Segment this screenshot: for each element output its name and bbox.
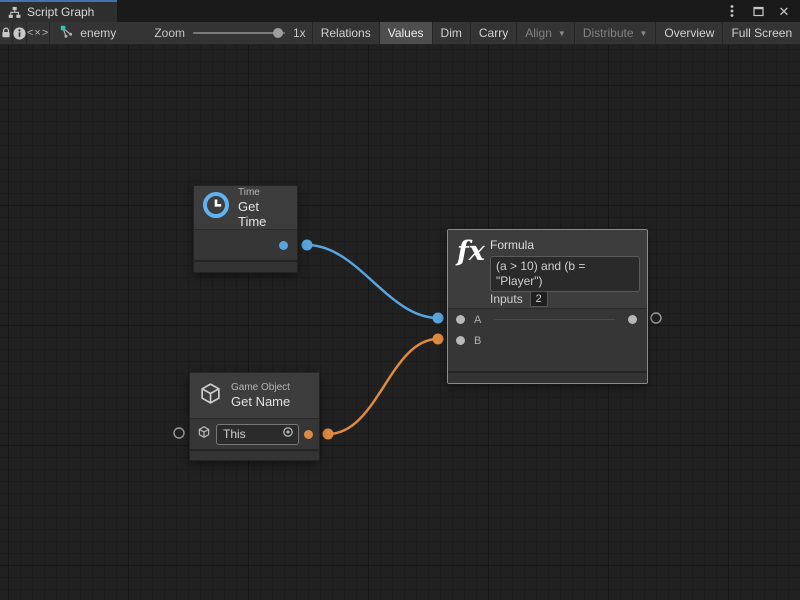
port-getname-output[interactable] [304, 430, 313, 439]
object-picker-icon[interactable] [282, 425, 294, 443]
node-formula-header: fx Formula (a > 10) and (b = "Player") I… [448, 230, 647, 309]
overview-button[interactable]: Overview [655, 22, 722, 44]
zoom-control: Zoom 1x [128, 22, 311, 44]
target-object-field[interactable]: This [216, 424, 299, 445]
node-get-name[interactable]: Game Object Get Name This [189, 372, 320, 461]
align-button[interactable]: Align ▼ [516, 22, 574, 44]
wire-endpoint-formula-b[interactable] [433, 334, 444, 345]
maximize-icon[interactable] [752, 4, 764, 18]
kebab-menu-icon[interactable] [726, 4, 738, 18]
graph-pointer-icon [60, 25, 74, 42]
fullscreen-button[interactable]: Full Screen [722, 22, 800, 44]
info-icon[interactable] [13, 22, 27, 44]
fx-icon: fx [457, 238, 485, 266]
titlebar: Script Graph ✕ [0, 0, 800, 23]
wire-endpoint-formula-a[interactable] [433, 313, 444, 324]
chevron-down-icon: ▼ [558, 29, 566, 38]
dim-button[interactable]: Dim [432, 22, 470, 44]
port-formula-output-unconnected[interactable] [651, 313, 661, 323]
chevron-down-icon: ▼ [640, 29, 648, 38]
code-preview-glyph: <×> [27, 27, 49, 39]
port-formula-output[interactable] [628, 315, 637, 324]
zoom-label: Zoom [154, 26, 185, 40]
wire-gettime-to-formula-a[interactable] [307, 245, 438, 318]
wire-endpoint-gettime[interactable] [302, 240, 313, 251]
tab-script-graph[interactable]: Script Graph [0, 0, 117, 22]
clock-icon [202, 191, 230, 224]
node-category: Time [238, 187, 289, 199]
port-label-a: A [474, 314, 481, 326]
port-formula-input-b[interactable] [456, 336, 465, 345]
values-button[interactable]: Values [379, 22, 432, 44]
wire-getname-to-formula-b[interactable] [328, 339, 438, 434]
graph-toolbar: <×> enemy Zoom 1x Relations Values [0, 22, 800, 45]
node-get-time-body [194, 230, 297, 260]
zoom-slider-handle[interactable] [273, 28, 283, 38]
window-controls: ✕ [726, 0, 800, 22]
port-getname-target-unconnected[interactable] [174, 428, 184, 438]
port-formula-input-a[interactable] [456, 315, 465, 324]
inputs-count-field[interactable]: 2 [530, 291, 548, 307]
node-formula[interactable]: fx Formula (a > 10) and (b = "Player") I… [447, 229, 648, 384]
target-object-value: This [223, 427, 282, 441]
node-get-name-header: Game Object Get Name [190, 373, 319, 419]
node-get-time-footer [194, 260, 297, 272]
relation-line [494, 319, 615, 320]
port-label-b: B [474, 335, 481, 347]
toolbar-toggles: Relations Values Dim Carry Align ▼ Distr… [312, 22, 800, 44]
script-graph-icon [8, 6, 21, 19]
carry-button[interactable]: Carry [470, 22, 516, 44]
zoom-slider[interactable] [193, 32, 285, 34]
formula-port-row-b: B [448, 330, 647, 351]
graph-canvas[interactable]: Time Get Time fx Formula (a > 10) and (b… [0, 45, 800, 600]
node-get-name-body: This [190, 419, 319, 449]
node-get-time-header: Time Get Time [194, 186, 297, 230]
node-title: Get Name [231, 394, 290, 409]
script-graph-window: Script Graph ✕ [0, 0, 800, 600]
breadcrumb-graph-enemy[interactable]: enemy [50, 22, 128, 44]
node-category: Game Object [231, 382, 290, 394]
cube-icon [198, 381, 223, 411]
node-title: Get Time [238, 199, 289, 229]
relations-button[interactable]: Relations [312, 22, 379, 44]
inputs-label: Inputs [490, 292, 523, 306]
wire-endpoint-getname[interactable] [323, 429, 334, 440]
distribute-button[interactable]: Distribute ▼ [574, 22, 656, 44]
port-gettime-output[interactable] [279, 241, 288, 250]
node-formula-body: A B [448, 309, 647, 371]
code-preview-icon[interactable]: <×> [27, 22, 50, 44]
wires-layer [0, 45, 800, 600]
formula-expression-input[interactable]: (a > 10) and (b = "Player") [490, 256, 640, 292]
node-get-time[interactable]: Time Get Time [193, 185, 298, 273]
formula-port-row-a: A [448, 309, 647, 330]
close-icon[interactable]: ✕ [778, 4, 790, 18]
node-get-name-footer [190, 449, 319, 460]
cube-icon-small [197, 425, 211, 444]
breadcrumb-label: enemy [80, 26, 116, 40]
window-title: Script Graph [27, 5, 94, 19]
lock-icon[interactable] [0, 22, 13, 44]
node-formula-footer [448, 371, 647, 383]
zoom-value: 1x [293, 26, 306, 40]
node-title: Formula [490, 238, 534, 252]
